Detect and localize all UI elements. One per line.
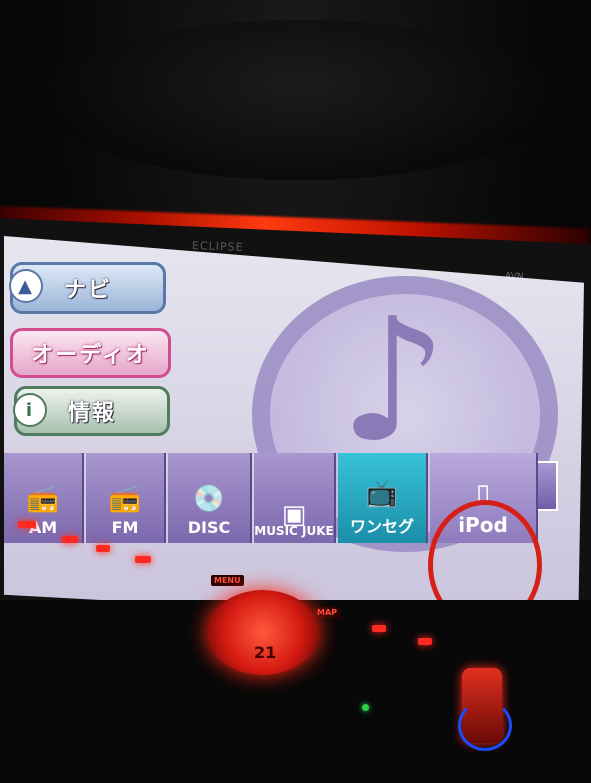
source-disc-label: DISC bbox=[187, 518, 231, 537]
brand-label: ECLIPSE bbox=[191, 239, 244, 254]
panel-led bbox=[372, 625, 386, 632]
air-vent bbox=[40, 20, 560, 180]
source-music-juke-label: MUSIC JUKE bbox=[254, 524, 334, 538]
source-fm-button[interactable]: 📻 FM bbox=[86, 453, 166, 543]
temperature-readout: 21 bbox=[254, 643, 277, 662]
disc-icon: 💿 bbox=[192, 484, 226, 514]
status-led-green bbox=[362, 704, 369, 711]
source-oneseg-label: ワンセグ bbox=[349, 517, 414, 536]
panel-led bbox=[418, 638, 432, 645]
source-am-button[interactable]: 📻 AM bbox=[4, 453, 84, 543]
source-music-juke-button[interactable]: ▣ MUSIC JUKE bbox=[254, 453, 336, 543]
navi-label: ナビ bbox=[63, 278, 112, 303]
radio-icon: 📻 bbox=[26, 484, 60, 514]
source-oneseg-button[interactable]: 📺 ワンセグ bbox=[338, 453, 428, 543]
menu-button[interactable]: MENU bbox=[211, 575, 244, 586]
audio-label: オーディオ bbox=[31, 343, 150, 368]
map-button[interactable]: MAP bbox=[314, 607, 341, 618]
hard-disk-icon: ▣ bbox=[281, 500, 307, 530]
source-fm-label: FM bbox=[111, 518, 139, 537]
radio-icon: 📻 bbox=[108, 484, 142, 514]
climate-dial[interactable] bbox=[207, 590, 319, 675]
info-icon: i bbox=[13, 393, 47, 427]
panel-led bbox=[62, 536, 78, 543]
panel-led bbox=[135, 556, 151, 563]
navigation-arrow-icon: ▲ bbox=[9, 269, 43, 303]
panel-led bbox=[96, 545, 110, 552]
panel-led bbox=[18, 521, 36, 528]
info-button[interactable]: i 情報 bbox=[13, 386, 170, 436]
navi-button[interactable]: ▲ ナビ bbox=[9, 262, 166, 314]
photo-scene: ECLIPSE AVN... ♪ ▲ ナビ オーディオ i 情報 ➘ 📻 AM … bbox=[0, 0, 591, 783]
info-label: 情報 bbox=[67, 401, 116, 426]
knob-blue-ring bbox=[458, 700, 512, 751]
audio-button[interactable]: オーディオ bbox=[10, 328, 171, 378]
source-disc-button[interactable]: 💿 DISC bbox=[168, 453, 252, 543]
tv-icon: 📺 bbox=[365, 479, 399, 509]
